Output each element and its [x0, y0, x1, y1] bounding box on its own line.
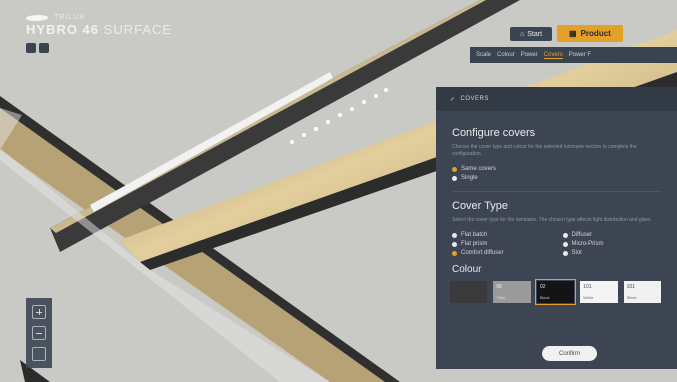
product-title-thin: SURFACE	[103, 22, 173, 37]
confirm-button[interactable]: Confirm	[542, 346, 597, 361]
radio-icon	[562, 250, 568, 256]
option-flat-prism[interactable]: Flat prism	[452, 241, 551, 247]
configure-covers-description: Choose the cover type and colour for the…	[452, 144, 637, 157]
radio-selected-icon	[452, 250, 457, 256]
product-icon: ▦	[569, 29, 577, 38]
confirm-label: Confirm	[558, 350, 580, 357]
option-label: Micro-Prism	[571, 241, 604, 247]
view-icon-1[interactable]	[26, 43, 36, 53]
logo-text: TRILUX	[54, 14, 85, 21]
option-same-covers[interactable]: Same covers	[452, 166, 661, 172]
swatch-name: 06	[496, 284, 502, 290]
swatch-name: 101	[626, 284, 635, 290]
radio-icon	[452, 175, 457, 181]
colour-swatch[interactable]: 02 Black	[534, 279, 577, 305]
top-actions: ⌂ Start ▦ Product	[510, 25, 623, 42]
option-slot[interactable]: Slot	[562, 250, 662, 256]
view-toggle	[26, 43, 172, 53]
reset-view-icon[interactable]	[32, 347, 46, 362]
option-label: Slot	[571, 250, 582, 256]
product-button[interactable]: ▦ Product	[557, 25, 623, 42]
tab-power-f[interactable]: Power F	[569, 52, 591, 58]
configure-covers-section: Configure covers Choose the cover type a…	[436, 127, 677, 192]
radio-icon	[562, 241, 568, 247]
zoom-toolbar	[26, 298, 52, 368]
swatch-name: 101	[583, 284, 592, 290]
option-label: Diffuser	[571, 232, 593, 238]
tab-covers[interactable]: Covers	[543, 52, 563, 59]
start-label: Start	[527, 30, 543, 38]
swatch-tone: Silver	[626, 295, 637, 300]
zoom-in-icon[interactable]	[32, 304, 46, 319]
view-icon-2[interactable]	[39, 43, 49, 53]
radio-icon	[452, 232, 457, 238]
config-tabs: Scale Colour Power Covers Power F	[470, 47, 677, 63]
tab-scale[interactable]: Scale	[476, 52, 491, 58]
swatch-tone: Black	[539, 295, 550, 300]
covers-panel: ✓ COVERS Configure covers Choose the cov…	[436, 87, 677, 369]
colour-swatches: 06 Titan 02 Black 101 White 101 Silver	[450, 279, 662, 305]
product-label: Product	[580, 29, 611, 38]
radio-icon	[452, 241, 457, 247]
check-icon: ✓	[450, 96, 456, 103]
radio-selected-icon	[452, 166, 457, 172]
option-label: Comfort diffuser	[461, 250, 504, 256]
option-comfort-diffuser[interactable]: Comfort diffuser	[452, 250, 551, 256]
brand-logo: TRILUX	[24, 14, 172, 21]
option-diffuser[interactable]: Diffuser	[562, 232, 662, 238]
colour-swatch[interactable]: 101 Silver	[623, 281, 662, 303]
configure-options: Same covers Single	[452, 166, 661, 181]
option-label: Flat prism	[461, 241, 488, 247]
option-single[interactable]: Single	[452, 175, 661, 181]
colour-swatch[interactable]: 06 Titan	[493, 281, 531, 303]
configure-covers-title: Configure covers	[452, 127, 536, 139]
product-title-bold: HYBRO 46	[26, 22, 100, 37]
tab-power[interactable]: Power	[521, 52, 538, 58]
panel-header[interactable]: ✓ COVERS	[436, 87, 677, 111]
option-flat-batch[interactable]: Flat batch	[452, 232, 551, 238]
option-micro-prism[interactable]: Micro-Prism	[562, 241, 662, 247]
panel-header-label: COVERS	[460, 96, 489, 102]
swatch-tone: Titan	[496, 295, 506, 300]
brand: TRILUX HYBRO 46 SURFACE	[24, 14, 172, 53]
logo-swoosh-icon	[24, 14, 50, 21]
divider	[452, 191, 661, 192]
swatch-name: 02	[539, 284, 546, 290]
colour-title: Colour	[452, 264, 482, 275]
option-label: Same covers	[461, 166, 497, 172]
start-button[interactable]: ⌂ Start	[510, 27, 553, 41]
product-title: HYBRO 46 SURFACE	[26, 22, 172, 37]
cover-type-options: Flat batch Diffuser Flat prism Micro-Pri…	[452, 232, 661, 256]
tab-colour[interactable]: Colour	[497, 52, 515, 58]
cover-type-section: Cover Type Select the cover type for the…	[436, 200, 677, 305]
cover-type-title: Cover Type	[452, 200, 509, 212]
zoom-out-icon[interactable]	[32, 325, 46, 340]
swatch-tone: White	[583, 295, 594, 300]
radio-icon	[562, 232, 568, 238]
colour-swatch[interactable]: 101 White	[580, 281, 618, 303]
home-icon: ⌂	[520, 30, 525, 38]
option-label: Single	[461, 175, 478, 181]
colour-swatch[interactable]	[450, 281, 488, 303]
option-label: Flat batch	[461, 232, 488, 238]
cover-type-description: Select the cover type for the luminaire.…	[452, 217, 652, 223]
